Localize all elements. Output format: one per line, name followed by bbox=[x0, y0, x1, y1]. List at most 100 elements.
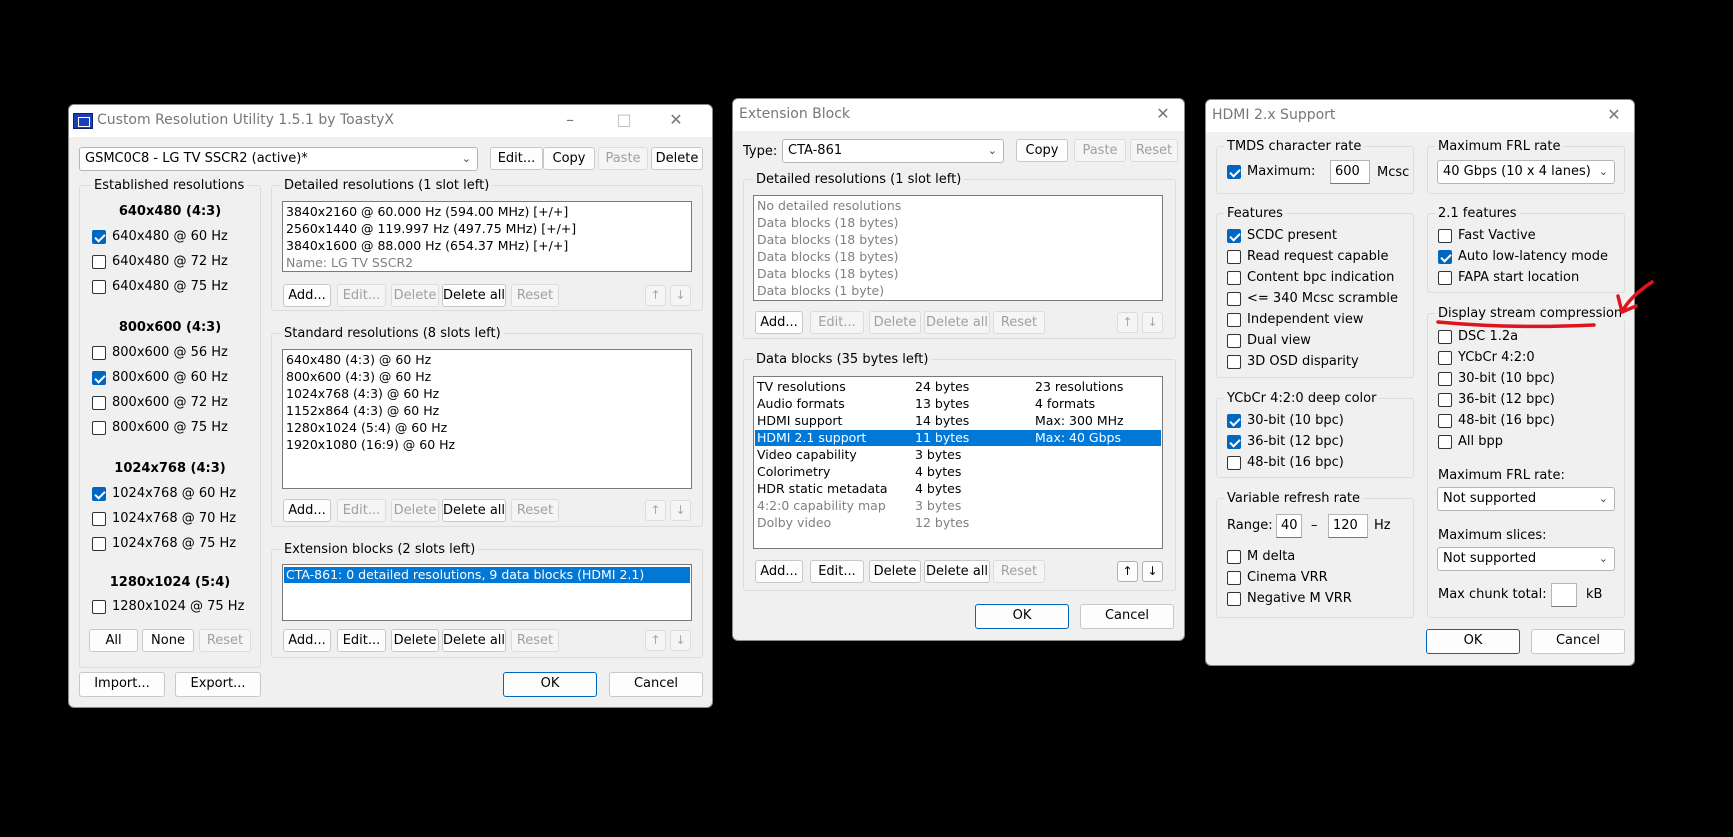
close-icon[interactable]: ✕ bbox=[1599, 104, 1629, 126]
table-row[interactable]: Video capability 3 bytes bbox=[757, 447, 1161, 463]
table-row[interactable]: Audio formats 13 bytes 4 formats bbox=[757, 396, 1161, 412]
ext-detailed-reset-button[interactable]: Reset bbox=[993, 311, 1045, 334]
cru-extension-list[interactable]: CTA-861: 0 detailed resolutions, 9 data … bbox=[282, 564, 692, 621]
chk-scdc-present[interactable]: SCDC present bbox=[1227, 227, 1337, 245]
chk-cinema-vrr[interactable]: Cinema VRR bbox=[1227, 569, 1328, 587]
hdmi-cancel-button[interactable]: Cancel bbox=[1531, 629, 1625, 654]
chk-640x480-72[interactable]: 640x480 @ 72 Hz bbox=[92, 253, 228, 271]
list-item-name[interactable]: Name: LG TV SSCR2 bbox=[286, 255, 413, 271]
extension-up-arrow-icon[interactable]: ↑ bbox=[645, 630, 666, 651]
chk-dsc-all-bpp[interactable]: All bpp bbox=[1438, 433, 1503, 451]
list-item[interactable]: 1024x768 (4:3) @ 60 Hz bbox=[286, 386, 439, 402]
datablocks-up-arrow-icon[interactable]: ↑ bbox=[1117, 561, 1138, 582]
list-item[interactable]: 3840x2160 @ 60.000 Hz (594.00 MHz) [+/+] bbox=[286, 204, 568, 220]
extension-add-button[interactable]: Add... bbox=[283, 629, 331, 652]
chk-dsc-48bit[interactable]: 48-bit (16 bpc) bbox=[1438, 412, 1555, 430]
chk-ycbcr-48bit[interactable]: 48-bit (16 bpc) bbox=[1227, 454, 1344, 472]
vrr-min-input[interactable]: 40 bbox=[1276, 514, 1302, 538]
dsc-slices-select[interactable]: Not supported ⌄ bbox=[1437, 547, 1615, 571]
delete-monitor-button[interactable]: Delete bbox=[651, 147, 703, 170]
ext-detailed-edit-button[interactable]: Edit... bbox=[810, 311, 864, 334]
chk-1024x768-60[interactable]: 1024x768 @ 60 Hz bbox=[92, 485, 236, 503]
list-item[interactable]: Data blocks (1 byte) bbox=[757, 283, 884, 299]
hdmi-titlebar[interactable]: HDMI 2.x Support ✕ bbox=[1206, 100, 1634, 132]
chk-dsc-30bit[interactable]: 30-bit (10 bpc) bbox=[1438, 370, 1555, 388]
ext-titlebar[interactable]: Extension Block ✕ bbox=[733, 99, 1184, 131]
chk-640x480-60[interactable]: 640x480 @ 60 Hz bbox=[92, 228, 228, 246]
list-item[interactable]: No detailed resolutions bbox=[757, 198, 901, 214]
chk-dsc-12a[interactable]: DSC 1.2a bbox=[1438, 328, 1518, 346]
data-blocks-list[interactable]: TV resolutions 24 bytes 23 resolutions Aud… bbox=[753, 376, 1163, 549]
ext-cancel-button[interactable]: Cancel bbox=[1080, 604, 1174, 629]
extension-delete-button[interactable]: Delete bbox=[391, 629, 439, 652]
table-row[interactable]: Colorimetry 4 bytes bbox=[757, 464, 1161, 480]
datablocks-edit-button[interactable]: Edit... bbox=[810, 560, 864, 583]
ext-copy-button[interactable]: Copy bbox=[1016, 139, 1068, 162]
list-item[interactable]: 1920x1080 (16:9) @ 60 Hz bbox=[286, 437, 455, 453]
chk-1024x768-75[interactable]: 1024x768 @ 75 Hz bbox=[92, 535, 236, 553]
chk-640x480-75[interactable]: 640x480 @ 75 Hz bbox=[92, 278, 228, 296]
type-select[interactable]: CTA-861 ⌄ bbox=[782, 139, 1004, 163]
ext-detailed-up-arrow-icon[interactable]: ↑ bbox=[1117, 312, 1138, 333]
standard-down-arrow-icon[interactable]: ↓ bbox=[670, 500, 691, 521]
cru-titlebar[interactable]: Custom Resolution Utility 1.5.1 by Toast… bbox=[69, 105, 712, 137]
chk-fast-vactive[interactable]: Fast Vactive bbox=[1438, 227, 1536, 245]
detailed-down-arrow-icon[interactable]: ↓ bbox=[670, 285, 691, 306]
list-item[interactable]: 640x480 (4:3) @ 60 Hz bbox=[286, 352, 431, 368]
ext-detailed-delete-button[interactable]: Delete bbox=[869, 311, 921, 334]
extension-delete-all-button[interactable]: Delete all bbox=[442, 629, 506, 652]
tmds-max-input[interactable]: 600 bbox=[1330, 160, 1370, 184]
list-item[interactable]: 1152x864 (4:3) @ 60 Hz bbox=[286, 403, 439, 419]
maximize-icon[interactable]: □ bbox=[609, 109, 639, 131]
ext-detailed-list[interactable]: No detailed resolutions Data blocks (18 … bbox=[753, 195, 1163, 301]
standard-edit-button[interactable]: Edit... bbox=[337, 499, 386, 522]
standard-reset-button[interactable]: Reset bbox=[511, 499, 559, 522]
export-button[interactable]: Export... bbox=[175, 672, 261, 697]
chk-dual-view[interactable]: Dual view bbox=[1227, 332, 1311, 350]
extension-down-arrow-icon[interactable]: ↓ bbox=[670, 630, 691, 651]
table-row[interactable]: HDMI support 14 bytes Max: 300 MHz bbox=[757, 413, 1161, 429]
chk-m-delta[interactable]: M delta bbox=[1227, 548, 1295, 566]
detailed-up-arrow-icon[interactable]: ↑ bbox=[645, 285, 666, 306]
chk-dsc-36bit[interactable]: 36-bit (12 bpc) bbox=[1438, 391, 1555, 409]
frl-select[interactable]: 40 Gbps (10 x 4 lanes) ⌄ bbox=[1437, 160, 1615, 184]
datablocks-add-button[interactable]: Add... bbox=[755, 560, 803, 583]
cru-standard-list[interactable]: 640x480 (4:3) @ 60 Hz 800x600 (4:3) @ 60… bbox=[282, 349, 692, 489]
detailed-edit-button[interactable]: Edit... bbox=[337, 284, 386, 307]
established-reset-button[interactable]: Reset bbox=[199, 629, 251, 652]
table-row[interactable]: 4:2:0 capability map 3 bytes bbox=[757, 498, 1161, 514]
hdmi-ok-button[interactable]: OK bbox=[1426, 629, 1520, 654]
cru-cancel-button[interactable]: Cancel bbox=[609, 672, 703, 697]
ext-paste-button[interactable]: Paste bbox=[1074, 139, 1126, 162]
list-item[interactable]: Data blocks (18 bytes) bbox=[757, 249, 899, 265]
chk-ycbcr-30bit[interactable]: 30-bit (10 bpc) bbox=[1227, 412, 1344, 430]
cru-ok-button[interactable]: OK bbox=[503, 672, 597, 697]
list-item[interactable]: Data blocks (18 bytes) bbox=[757, 215, 899, 231]
table-row[interactable]: TV resolutions 24 bytes 23 resolutions bbox=[757, 379, 1161, 395]
table-row[interactable]: HDR static metadata 4 bytes bbox=[757, 481, 1161, 497]
extension-reset-button[interactable]: Reset bbox=[511, 629, 559, 652]
list-item-selected[interactable]: CTA-861: 0 detailed resolutions, 9 data … bbox=[284, 567, 690, 583]
chk-3d-osd[interactable]: 3D OSD disparity bbox=[1227, 353, 1359, 371]
table-row[interactable]: Dolby video 12 bytes bbox=[757, 515, 1161, 531]
chk-allm[interactable]: Auto low-latency mode bbox=[1438, 248, 1608, 266]
detailed-delete-button[interactable]: Delete bbox=[391, 284, 439, 307]
chk-1280x1024-75[interactable]: 1280x1024 @ 75 Hz bbox=[92, 598, 244, 616]
chk-800x600-75[interactable]: 800x600 @ 75 Hz bbox=[92, 419, 228, 437]
list-item[interactable]: 1280x1024 (5:4) @ 60 Hz bbox=[286, 420, 447, 436]
standard-up-arrow-icon[interactable]: ↑ bbox=[645, 500, 666, 521]
list-item[interactable]: 800x600 (4:3) @ 60 Hz bbox=[286, 369, 431, 385]
table-row-selected[interactable]: HDMI 2.1 support 11 bytes Max: 40 Gbps bbox=[755, 430, 1161, 446]
dsc-frl-select[interactable]: Not supported ⌄ bbox=[1437, 487, 1615, 511]
close-icon[interactable]: ✕ bbox=[1148, 103, 1178, 125]
close-icon[interactable]: ✕ bbox=[661, 109, 691, 131]
paste-monitor-button[interactable]: Paste bbox=[598, 147, 648, 170]
list-item[interactable]: Data blocks (18 bytes) bbox=[757, 266, 899, 282]
chk-dsc-ycbcr420[interactable]: YCbCr 4:2:0 bbox=[1438, 349, 1535, 367]
chk-340-scramble[interactable]: <= 340 Mcsc scramble bbox=[1227, 290, 1398, 308]
chk-800x600-72[interactable]: 800x600 @ 72 Hz bbox=[92, 394, 228, 412]
chk-1024x768-70[interactable]: 1024x768 @ 70 Hz bbox=[92, 510, 236, 528]
chk-independent-view[interactable]: Independent view bbox=[1227, 311, 1363, 329]
dsc-chunk-input[interactable] bbox=[1551, 583, 1577, 607]
datablocks-down-arrow-icon[interactable]: ↓ bbox=[1142, 561, 1163, 582]
